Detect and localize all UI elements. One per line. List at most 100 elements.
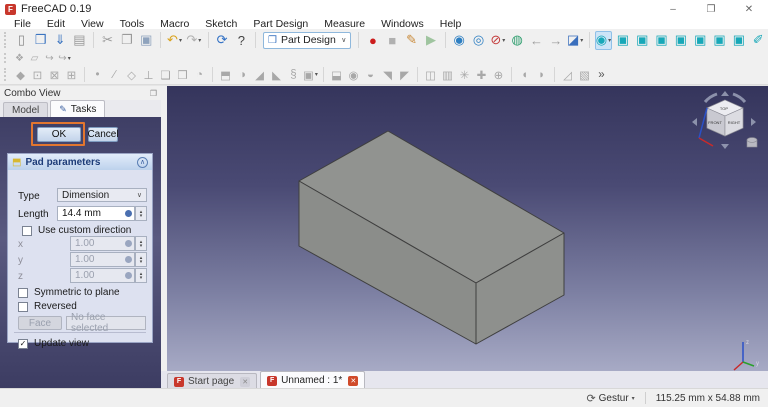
symmetric-to-plane-checkbox[interactable]: Symmetric to plane	[18, 287, 120, 298]
toolbar-grip[interactable]	[4, 32, 9, 47]
fit-selection-icon[interactable]: ◎	[470, 31, 487, 50]
view-front-icon[interactable]: ▣	[634, 31, 651, 50]
type-select[interactable]: Dimension ∨	[57, 188, 147, 202]
toolbar-grip[interactable]	[4, 53, 9, 63]
dropdown-arrow-icon[interactable]: ▾	[198, 37, 201, 44]
tab-model[interactable]: Model	[3, 102, 48, 117]
mirrored-icon[interactable]: ◫	[423, 67, 439, 83]
sub-shape-binder-icon[interactable]: ❒	[175, 67, 191, 83]
create-part-icon[interactable]: ❖	[13, 52, 26, 65]
multi-transform-icon[interactable]: ✚	[474, 67, 490, 83]
additive-loft-icon[interactable]: ◢	[252, 67, 268, 83]
maximize-button[interactable]: ❐	[692, 0, 730, 18]
close-icon[interactable]: ✕	[348, 376, 358, 386]
panel-float-icon[interactable]: ❐	[150, 89, 157, 98]
pad-icon[interactable]: ⬒	[218, 67, 234, 83]
reversed-checkbox[interactable]: Reversed	[18, 301, 77, 312]
fillet-icon[interactable]: ◖	[517, 67, 533, 83]
datum-line-icon[interactable]: ∕	[107, 67, 123, 83]
shape-binder-icon[interactable]: ❑	[158, 67, 174, 83]
collapse-section-icon[interactable]: ∧	[137, 157, 148, 168]
menu-edit[interactable]: Edit	[39, 18, 73, 30]
menu-measure[interactable]: Measure	[316, 18, 373, 30]
document-tab-start-page[interactable]: FStart page✕	[167, 373, 257, 389]
paste-icon[interactable]: ▣	[138, 31, 155, 50]
revolve-icon[interactable]: ◑	[235, 67, 251, 83]
dropdown-arrow-icon[interactable]: ▾	[315, 71, 318, 78]
pad-solid[interactable]	[167, 86, 768, 371]
fit-all-icon[interactable]: ◉	[451, 31, 468, 50]
map-sketch-icon[interactable]: ⊠	[47, 67, 63, 83]
view-home-icon[interactable]: ▣	[614, 31, 631, 50]
menu-view[interactable]: View	[73, 18, 112, 30]
workbench-selector[interactable]: ❒Part Design∨	[263, 32, 351, 49]
menu-tools[interactable]: Tools	[112, 18, 153, 30]
macro-stop-icon[interactable]: ■	[384, 31, 401, 50]
open-folder-icon[interactable]: ❒	[32, 31, 49, 50]
menu-macro[interactable]: Macro	[152, 18, 197, 30]
menu-file[interactable]: File	[6, 18, 39, 30]
local-coordinate-system-icon[interactable]: ⊥	[141, 67, 157, 83]
tab-tasks[interactable]: ✎Tasks	[50, 100, 105, 117]
edit-sketch-icon[interactable]: ⊞	[64, 67, 80, 83]
update-view-checkbox[interactable]: ✓ Update view	[18, 338, 89, 349]
spinner-down-icon[interactable]: ▾	[140, 214, 143, 218]
subtractive-loft-icon[interactable]: ◥	[380, 67, 396, 83]
measure-pen-icon[interactable]: ✐	[750, 31, 767, 50]
additive-pipe-icon[interactable]: ◣	[269, 67, 285, 83]
thickness-icon[interactable]: ▧	[577, 67, 593, 83]
checkbox-icon[interactable]	[22, 226, 32, 236]
pad-parameters-header[interactable]: ⬒ Pad parameters ∧	[8, 154, 152, 170]
make-link-group-icon[interactable]: ↪▾	[58, 52, 71, 65]
axonometric-view-icon[interactable]: ◪▾	[567, 31, 584, 50]
new-document-icon[interactable]: ▯	[13, 31, 30, 50]
create-sketch-icon[interactable]: ⊡	[30, 67, 46, 83]
checkbox-icon[interactable]	[18, 288, 28, 298]
view-top-icon[interactable]: ▣	[653, 31, 670, 50]
create-body-icon[interactable]: ◆	[13, 67, 29, 83]
view-globe-icon[interactable]: ◍	[509, 31, 526, 50]
length-input[interactable]: 14.4 mm ▴▾	[57, 206, 147, 221]
menu-help[interactable]: Help	[432, 18, 470, 30]
zoom-tool-icon[interactable]: ◉▾	[595, 31, 613, 50]
nav-back-icon[interactable]: ←	[528, 31, 545, 50]
dropdown-arrow-icon[interactable]: ▾	[502, 37, 505, 44]
draft-icon[interactable]: ◿	[560, 67, 576, 83]
polar-pattern-icon[interactable]: ✳	[457, 67, 473, 83]
boolean-operation-icon[interactable]: ⊕	[491, 67, 507, 83]
use-custom-direction-checkbox[interactable]: Use custom direction	[22, 225, 131, 236]
groove-icon[interactable]: ◒	[363, 67, 379, 83]
cancel-button[interactable]: Cancel	[88, 127, 118, 142]
view-bottom-icon[interactable]: ▣	[711, 31, 728, 50]
chamfer-icon[interactable]: ◗	[534, 67, 550, 83]
checkbox-icon[interactable]	[18, 302, 28, 312]
clone-icon[interactable]: ◔	[192, 67, 208, 83]
pocket-icon[interactable]: ⬓	[329, 67, 345, 83]
close-icon[interactable]: ✕	[240, 377, 250, 387]
save-icon[interactable]: ⇓	[51, 31, 68, 50]
view-rear-icon[interactable]: ▣	[692, 31, 709, 50]
additive-primitive-icon[interactable]: ▣▾	[303, 67, 319, 83]
print-icon[interactable]: ▤	[71, 31, 88, 50]
ok-button[interactable]: OK	[37, 127, 81, 142]
additive-helix-icon[interactable]: §	[286, 67, 302, 83]
macro-execute-icon[interactable]: ▶	[422, 31, 439, 50]
datum-plane-icon[interactable]: ◇	[124, 67, 140, 83]
checkbox-checked-icon[interactable]: ✓	[18, 339, 28, 349]
dropdown-arrow-icon[interactable]: ▾	[608, 37, 611, 44]
draw-style-icon[interactable]: ⊘▾	[489, 31, 506, 50]
make-link-icon[interactable]: ↪	[43, 52, 56, 65]
length-value[interactable]: 14.4 mm	[57, 206, 122, 221]
redo-icon[interactable]: ↷▾	[185, 31, 202, 50]
refresh-icon[interactable]: ⟳	[213, 31, 230, 50]
view-left-icon[interactable]: ▣	[730, 31, 747, 50]
toolbar-overflow-icon[interactable]: »	[594, 67, 610, 83]
linear-pattern-icon[interactable]: ▥	[440, 67, 456, 83]
dropdown-arrow-icon[interactable]: ▾	[179, 37, 182, 44]
menu-part-design[interactable]: Part Design	[245, 18, 316, 30]
3d-viewport[interactable]: TOP FRONT RIGHT z y x	[167, 86, 768, 371]
copy-icon[interactable]: ❐	[118, 31, 135, 50]
undo-icon[interactable]: ↶▾	[166, 31, 183, 50]
length-spinner[interactable]: ▴▾	[135, 206, 147, 221]
datum-point-icon[interactable]: •	[90, 67, 106, 83]
